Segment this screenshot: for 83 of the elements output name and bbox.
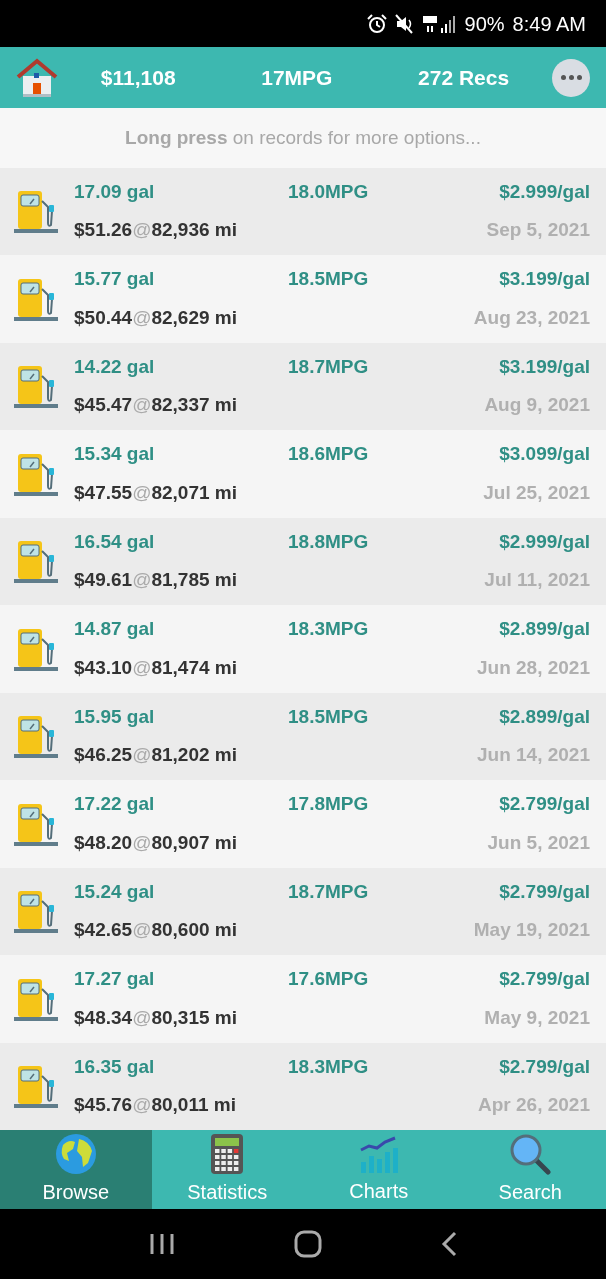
cost-odometer-text: $51.26@82,936 mi [74,218,237,243]
fuel-record-row[interactable]: 15.24 gal 18.7MPG $2.799/gal $42.65@80,600 mi May 19, 2021 [0,867,606,956]
gallons-text: 17.27 gal [74,967,156,992]
mpg-text: 18.0MPG [288,179,369,204]
globe-icon [54,1132,97,1175]
nav-tab[interactable]: Browse [0,1130,152,1209]
price-per-gallon-text: $2.799/gal [499,879,590,904]
gallons-text: 14.87 gal [74,617,156,642]
fuel-record-row[interactable]: 15.34 gal 18.6MPG $3.099/gal $47.55@82,071 mi Jul 25, 2021 [0,430,606,518]
price-per-gallon-text: $3.199/gal [499,354,590,379]
mute-icon [394,13,415,34]
gallons-text: 16.54 gal [74,529,156,554]
mpg-text: 18.3MPG [288,1054,369,1079]
home-icon[interactable] [16,56,58,99]
price-per-gallon-text: $2.899/gal [499,617,590,642]
fuel-record-row[interactable]: 15.77 gal 18.5MPG $3.199/gal $50.44@82,629 mi Aug 23, 2021 [0,255,606,343]
mpg-text: 17.6MPG [288,967,369,992]
hint-text: Long press on records for more options... [125,125,481,150]
cost-odometer-text: $46.25@81,202 mi [74,743,237,768]
date-text: Apr 26, 2021 [478,1093,590,1118]
cost-odometer-text: $47.55@82,071 mi [74,480,237,505]
cost-odometer-text: $49.61@81,785 mi [74,568,237,593]
recent-apps-icon[interactable] [149,1232,176,1256]
price-per-gallon-text: $2.799/gal [499,1054,590,1079]
mpg-text: 18.6MPG [288,442,369,467]
price-per-gallon-text: $2.999/gal [499,529,590,554]
clock-text: 8:49 AM [512,11,586,37]
cost-odometer-text: $50.44@82,629 mi [74,305,237,330]
fuel-record-row[interactable]: 15.95 gal 18.5MPG $2.899/gal $46.25@81,202 mi Jun 14, 2021 [0,692,606,781]
mpg-text: 18.7MPG [288,879,369,904]
gallons-text: 17.09 gal [74,179,156,204]
cost-odometer-text: $42.65@80,600 mi [74,918,237,943]
alarm-icon [366,13,387,34]
calculator-icon [210,1132,245,1175]
signal-icon [422,13,457,34]
date-text: Jun 14, 2021 [476,743,590,768]
date-text: Jun 28, 2021 [476,655,590,680]
gallons-text: 15.34 gal [74,442,156,467]
date-text: May 19, 2021 [473,918,590,943]
gallons-text: 15.95 gal [74,704,156,729]
search-icon [509,1132,552,1175]
price-per-gallon-text: $2.999/gal [499,179,590,204]
date-text: Jul 11, 2021 [484,568,590,593]
fuel-record-row[interactable]: 16.54 gal 18.8MPG $2.999/gal $49.61@81,785 mi Jul 11, 2021 [0,517,606,606]
mpg-text: 18.3MPG [288,617,369,642]
date-text: Aug 9, 2021 [484,393,590,418]
fuel-record-row[interactable]: 17.09 gal 18.0MPG $2.999/gal $51.26@82,936 mi Sep 5, 2021 [0,167,606,256]
gallons-text: 17.22 gal [74,792,156,817]
mpg-text: 18.5MPG [288,704,369,729]
fuel-record-row[interactable]: 14.22 gal 18.7MPG $3.199/gal $45.47@82,337 mi Aug 9, 2021 [0,342,606,431]
record-count-text: 272 Recs [418,65,510,92]
more-button[interactable] [552,58,590,97]
back-icon[interactable] [440,1231,457,1257]
total-cost-text: $11,108 [100,65,176,92]
fuel-record-row[interactable]: 17.22 gal 17.8MPG $2.799/gal $48.20@80,907 mi Jun 5, 2021 [0,780,606,868]
mpg-text: 17.8MPG [288,792,369,817]
mpg-text: 18.7MPG [288,354,369,379]
date-text: Jul 25, 2021 [483,480,590,505]
cost-odometer-text: $45.47@82,337 mi [74,393,237,418]
cost-odometer-text: $45.76@80,011 mi [74,1093,236,1118]
price-per-gallon-text: $2.899/gal [499,704,590,729]
gallons-text: 16.35 gal [74,1054,156,1079]
average-mpg-text: 17MPG [261,65,333,92]
fuel-record-row[interactable]: 16.35 gal 18.3MPG $2.799/gal $45.76@80,011 mi Apr 26, 2021 [0,1042,606,1131]
price-per-gallon-text: $3.199/gal [499,267,590,292]
mpg-text: 18.8MPG [288,529,369,554]
price-per-gallon-text: $2.799/gal [499,967,590,992]
price-per-gallon-text: $2.799/gal [499,792,590,817]
date-text: Aug 23, 2021 [473,305,590,330]
battery-text: 90% [464,11,505,37]
fuel-record-row[interactable]: 17.27 gal 17.6MPG $2.799/gal $48.34@80,315 mi May 9, 2021 [0,955,606,1043]
cost-odometer-text: $43.10@81,474 mi [74,655,237,680]
date-text: Jun 5, 2021 [487,830,590,855]
fuel-record-row[interactable]: 14.87 gal 18.3MPG $2.899/gal $43.10@81,474 mi Jun 28, 2021 [0,605,606,693]
gallons-text: 14.22 gal [74,354,156,379]
gallons-text: 15.77 gal [74,267,156,292]
date-text: May 9, 2021 [484,1005,590,1030]
price-per-gallon-text: $3.099/gal [499,442,590,467]
mpg-text: 18.5MPG [288,267,369,292]
cost-odometer-text: $48.20@80,907 mi [74,830,237,855]
cost-odometer-text: $48.34@80,315 mi [74,1005,237,1030]
gallons-text: 15.24 gal [74,879,156,904]
date-text: Sep 5, 2021 [486,218,590,243]
